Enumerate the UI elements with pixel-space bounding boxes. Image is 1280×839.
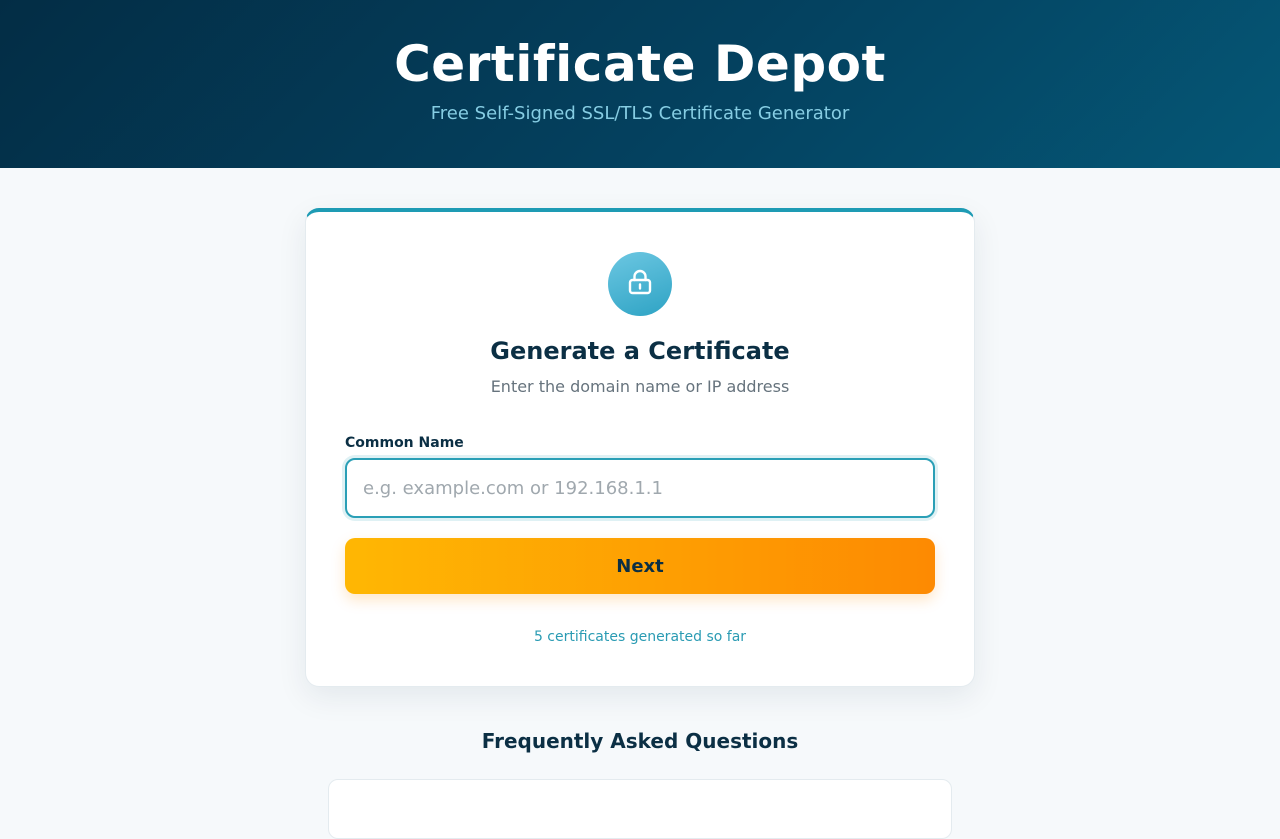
common-name-input[interactable] xyxy=(345,458,935,518)
generate-card: Generate a Certificate Enter the domain … xyxy=(305,208,975,687)
card-subtitle: Enter the domain name or IP address xyxy=(490,377,790,396)
site-title: Certificate Depot xyxy=(394,35,886,93)
faq-title: Frequently Asked Questions xyxy=(481,729,799,753)
site-subtitle: Free Self-Signed SSL/TLS Certificate Gen… xyxy=(430,103,850,124)
faq-item[interactable] xyxy=(328,779,952,839)
lock-badge xyxy=(608,252,672,316)
certificates-counter: 5 certificates generated so far xyxy=(533,629,747,645)
site-header: Certificate Depot Free Self-Signed SSL/T… xyxy=(0,0,1280,168)
card-title: Generate a Certificate xyxy=(490,337,790,365)
lock-icon xyxy=(627,268,653,300)
next-button[interactable]: Next xyxy=(345,538,935,594)
common-name-label: Common Name xyxy=(345,435,464,451)
